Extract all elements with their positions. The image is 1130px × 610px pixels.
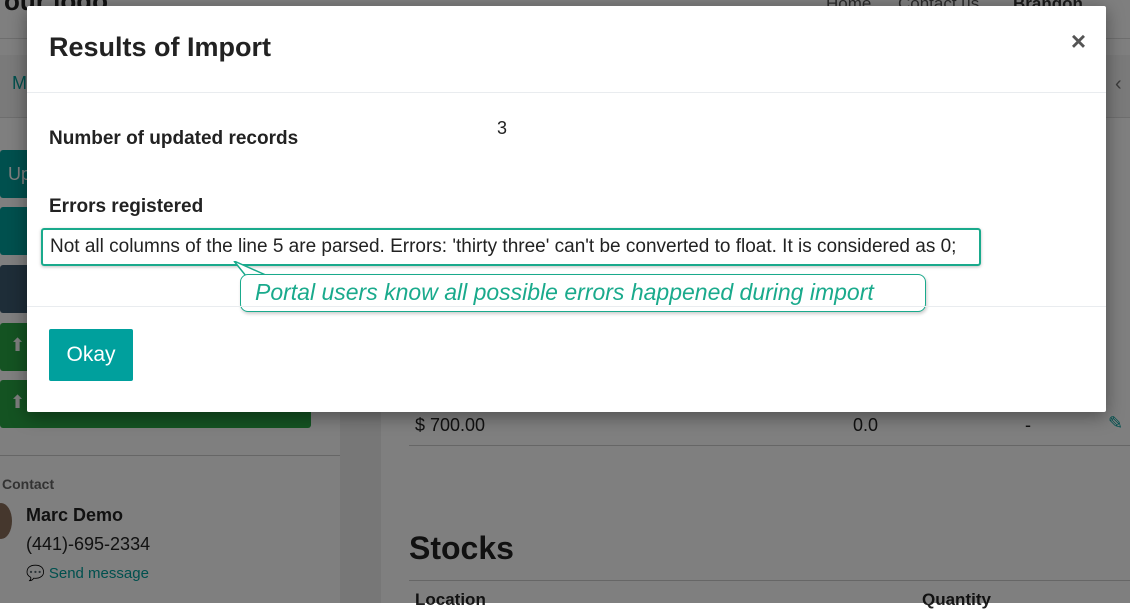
error-message: Not all columns of the line 5 are parsed… bbox=[41, 228, 981, 266]
errors-label: Errors registered bbox=[49, 196, 204, 217]
callout-text: Portal users know all possible errors ha… bbox=[255, 279, 874, 305]
modal-header: Results of Import × bbox=[27, 6, 1106, 93]
close-icon[interactable]: × bbox=[1071, 28, 1086, 54]
modal-title: Results of Import bbox=[49, 32, 272, 62]
updated-records-label: Number of updated records bbox=[49, 128, 299, 149]
okay-button[interactable]: Okay bbox=[49, 329, 133, 381]
modal-footer: Okay bbox=[27, 306, 1106, 413]
import-results-dialog: Results of Import × Number of updated re… bbox=[27, 6, 1106, 412]
updated-records-value: 3 bbox=[497, 118, 508, 138]
